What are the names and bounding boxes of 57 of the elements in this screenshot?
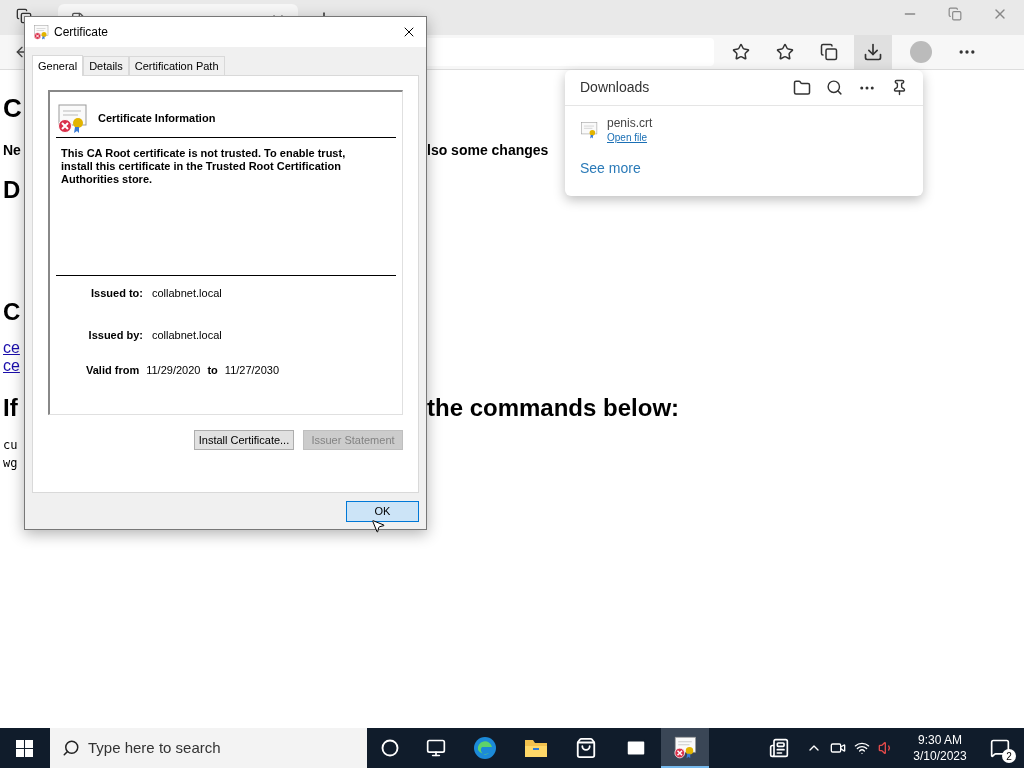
code-line: wg [3,455,18,472]
page-text: lso some changes [427,140,549,160]
certificate-icon [56,102,88,134]
search-icon [62,739,80,757]
network-icon[interactable] [854,740,870,756]
dialog-tab[interactable]: Certification Path [128,56,225,75]
folder-icon[interactable] [793,78,811,97]
see-more-link[interactable]: See more [580,158,641,179]
file-icon [580,121,598,139]
store-icon[interactable] [575,737,597,759]
window-title: Certificate [54,24,110,41]
code-line: cu [3,437,18,454]
certificate-icon [33,24,49,40]
certificate-taskbar-button[interactable] [661,728,709,768]
field-label: Issued by: [87,327,143,343]
collections-icon[interactable] [820,43,838,61]
page-text: D [3,175,21,205]
download-icon [863,42,883,62]
field-value: collabnet.local [152,285,222,301]
windows-logo-icon[interactable] [16,739,33,757]
folder-icon[interactable] [524,737,548,759]
taskbar-search-field[interactable]: Type here to search [50,728,367,768]
task-view-icon[interactable] [426,738,446,758]
certificate-icon [673,735,697,759]
notification-count: 2 [1002,749,1016,763]
page-text: C [3,297,21,327]
page-text: C [3,91,22,125]
panel-title: Downloads [580,78,651,97]
section-heading: Certificate Information [98,110,216,126]
ok-button[interactable]: OK [346,501,419,522]
field-label: to [207,362,218,378]
field-label: Valid from [86,362,140,378]
favorites-icon[interactable] [776,43,794,61]
page-text: the commands below: [427,393,680,423]
dialog-button[interactable]: Install Certificate... [194,430,294,450]
downloads-button[interactable] [854,35,892,69]
notification-button[interactable]: 2 [988,736,1012,760]
page-text: Ne [3,140,21,160]
news-icon[interactable] [768,738,790,758]
page-text: If [3,393,18,423]
restore-icon[interactable] [948,7,962,21]
cortana-icon[interactable] [381,739,399,757]
add-favorite-icon[interactable] [732,43,750,61]
field-value: collabnet.local [152,327,222,343]
clock[interactable]: 9:30 AM 3/10/2023 [902,732,978,764]
pin-icon[interactable] [891,79,908,96]
dialog-tab[interactable]: General [32,55,84,76]
meet-icon[interactable] [830,740,846,756]
trust-message: This CA Root certificate is not trusted. To enable trust, install this certificate in the Trusted Root Certification Authorities store. [60,147,347,186]
open-file-link[interactable]: Open file [607,131,648,144]
field-label: Issued to: [90,285,143,301]
file-name: penis.crt [607,116,653,131]
search-icon[interactable] [826,79,843,96]
field-value: 11/27/2030 [224,362,280,378]
field-value: 11/29/2020 [146,362,201,378]
browser-icon[interactable] [473,736,497,760]
dialog-tab[interactable]: Details [83,56,129,75]
